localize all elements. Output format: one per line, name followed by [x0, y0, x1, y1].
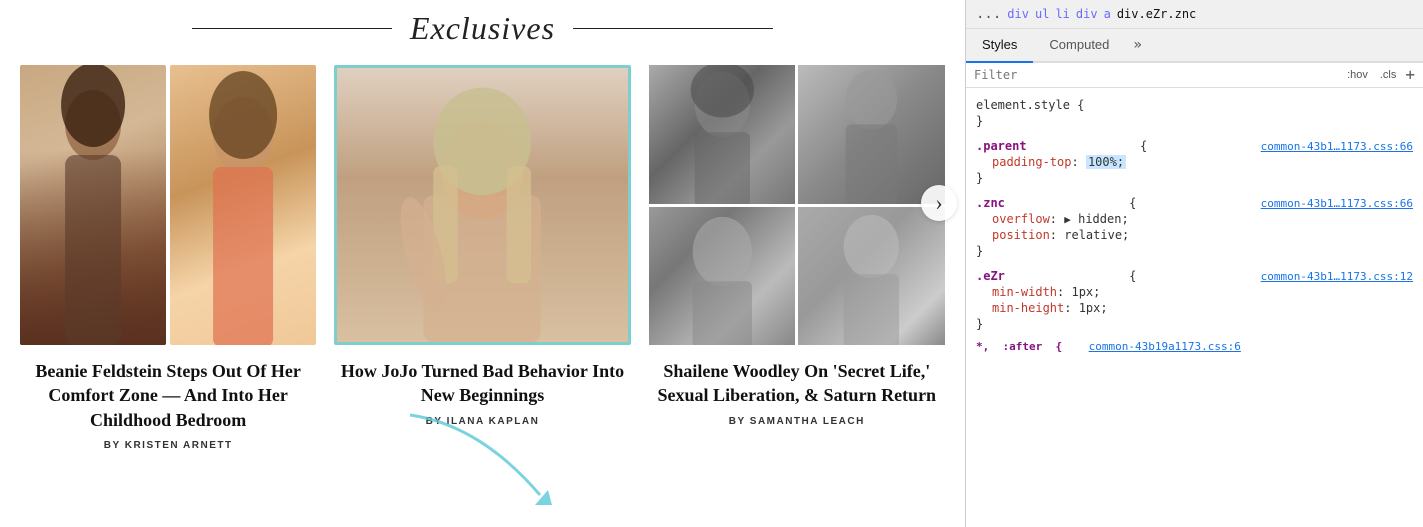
devtools-panel: ... div ul li div a div.eZr.znc Styles C…	[965, 0, 1423, 527]
element-style-selector-row: element.style {	[976, 98, 1413, 112]
tab-computed[interactable]: Computed	[1033, 29, 1125, 63]
znc-selector-row: .znc { common-43b1…1173.css:66	[976, 196, 1413, 210]
title-line-right	[573, 28, 773, 29]
filter-input[interactable]	[974, 68, 1336, 82]
card-jojo-byline: BY ILANA KAPLAN	[426, 416, 540, 427]
css-value-hidden: hidden;	[1071, 212, 1129, 226]
css-value-100pct: 100%;	[1086, 155, 1126, 169]
star-after-file-link[interactable]: common-43b19a1173.css:6	[1089, 340, 1241, 353]
eZr-selector-row: .eZr { common-43b1…1173.css:12	[976, 269, 1413, 283]
breadcrumb-div-class[interactable]: div.eZr.znc	[1117, 7, 1196, 21]
tab-styles[interactable]: Styles	[966, 29, 1033, 63]
znc-prop-overflow: overflow : ▶ hidden;	[976, 211, 1413, 227]
next-arrow-button[interactable]: ›	[921, 185, 957, 221]
filter-hov-button[interactable]: :hov	[1344, 68, 1371, 82]
parent-close: }	[976, 170, 1413, 186]
photo-jojo	[334, 65, 630, 345]
eZr-close: }	[976, 316, 1413, 332]
card-jojo-images	[334, 65, 630, 345]
breadcrumb-li[interactable]: li	[1055, 7, 1069, 21]
photo-shailene-1	[649, 65, 796, 204]
breadcrumb-ul[interactable]: ul	[1035, 7, 1049, 21]
css-prop-position: position	[992, 228, 1050, 242]
znc-selector: .znc	[976, 196, 1005, 210]
css-rule-parent: .parent { common-43b1…1173.css:66 paddin…	[966, 135, 1423, 190]
css-rule-element-style: element.style { }	[966, 94, 1423, 133]
card-shailene-images	[649, 65, 945, 345]
card-shailene-byline: BY SAMANTHA LEACH	[729, 416, 865, 427]
eZr-selector: .eZr	[976, 269, 1005, 283]
eZr-prop-min-width: min-width : 1px;	[976, 284, 1413, 300]
znc-close: }	[976, 243, 1413, 259]
card3-grid	[649, 65, 945, 345]
css-value-1px-w: 1px;	[1071, 285, 1100, 299]
css-rule-znc: .znc { common-43b1…1173.css:66 overflow …	[966, 192, 1423, 263]
overflow-triangle[interactable]: ▶	[1064, 213, 1071, 226]
filter-cls-button[interactable]: .cls	[1377, 68, 1400, 82]
css-rule-eZr: .eZr { common-43b1…1173.css:12 min-width…	[966, 265, 1423, 336]
devtools-content-wrapper: element.style { } .parent { common-43b1……	[966, 88, 1423, 527]
parent-selector-row: .parent { common-43b1…1173.css:66	[976, 139, 1413, 153]
section-title-row: Exclusives	[20, 0, 945, 65]
css-value-relative: relative;	[1064, 228, 1129, 242]
photo-shailene-4	[798, 207, 945, 346]
breadcrumb-dots[interactable]: ...	[976, 6, 1001, 22]
star-after-selector: *, :after {	[976, 340, 1062, 353]
card-shailene[interactable]: Shailene Woodley On 'Secret Life,' Sexua…	[649, 65, 945, 427]
znc-prop-position: position : relative;	[976, 227, 1413, 243]
card-jojo-title[interactable]: How JoJo Turned Bad Behavior Into New Be…	[334, 359, 630, 408]
photo-beanie-smiling	[170, 65, 316, 345]
eZr-prop-min-height: min-height : 1px;	[976, 300, 1413, 316]
card-beanie-title[interactable]: Beanie Feldstein Steps Out Of Her Comfor…	[20, 359, 316, 432]
css-prop-min-height: min-height	[992, 301, 1064, 315]
title-line-left	[192, 28, 392, 29]
css-prop-padding-top: padding-top	[992, 155, 1071, 169]
devtools-filter-row: :hov .cls +	[966, 63, 1423, 88]
css-prop-overflow: overflow	[992, 212, 1050, 226]
tab-more[interactable]: »	[1125, 29, 1149, 61]
filter-plus-button[interactable]: +	[1405, 67, 1415, 83]
znc-file-link[interactable]: common-43b1…1173.css:66	[1261, 197, 1413, 210]
card-jojo[interactable]: How JoJo Turned Bad Behavior Into New Be…	[334, 65, 630, 427]
breadcrumb-div2[interactable]: div	[1076, 7, 1098, 21]
devtools-breadcrumb: ... div ul li div a div.eZr.znc	[966, 0, 1423, 29]
eZr-file-link[interactable]: common-43b1…1173.css:12	[1261, 270, 1413, 283]
filter-pseudo-buttons: :hov .cls +	[1344, 67, 1415, 83]
devtools-content: element.style { } .parent { common-43b1……	[966, 88, 1423, 527]
card-shailene-title[interactable]: Shailene Woodley On 'Secret Life,' Sexua…	[649, 359, 945, 408]
card-beanie[interactable]: Beanie Feldstein Steps Out Of Her Comfor…	[20, 65, 316, 451]
card1-photos	[20, 65, 316, 345]
parent-file-link[interactable]: common-43b1…1173.css:66	[1261, 140, 1413, 153]
cards-row: Beanie Feldstein Steps Out Of Her Comfor…	[20, 65, 945, 451]
devtools-tabs: Styles Computed »	[966, 29, 1423, 63]
photo-shailene-2	[798, 65, 945, 204]
editorial-section: Exclusives	[0, 0, 965, 527]
photo-beanie-selfie	[20, 65, 166, 345]
css-prop-min-width: min-width	[992, 285, 1057, 299]
parent-prop-padding-top: padding-top : 100%;	[976, 154, 1413, 170]
css-rule-star-after: *, :after { common-43b19a1173.css:6	[966, 338, 1423, 355]
css-value-1px-h: 1px;	[1079, 301, 1108, 315]
section-title: Exclusives	[410, 10, 555, 47]
parent-selector: .parent	[976, 139, 1027, 153]
breadcrumb-a[interactable]: a	[1104, 7, 1111, 21]
element-style-label: element.style {	[976, 98, 1084, 112]
breadcrumb-div1[interactable]: div	[1007, 7, 1029, 21]
element-style-close: }	[976, 113, 1413, 129]
photo-shailene-3	[649, 207, 796, 346]
card-beanie-images	[20, 65, 316, 345]
card-beanie-byline: BY KRISTEN ARNETT	[104, 440, 233, 451]
